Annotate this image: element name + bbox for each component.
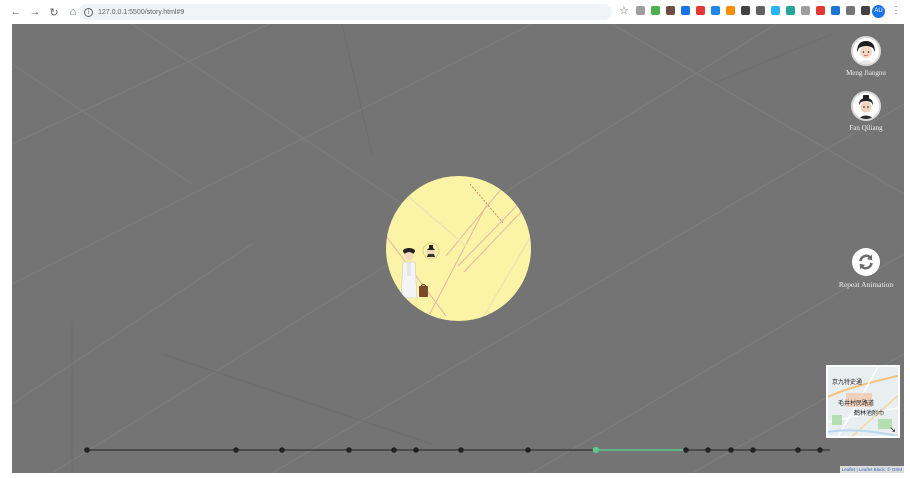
story-timeline[interactable]	[12, 440, 904, 460]
minimap-label: 毛井村民路道	[838, 400, 875, 407]
extension-icon[interactable]	[816, 6, 825, 15]
refresh-icon[interactable]	[852, 248, 880, 276]
timeline-stop[interactable]	[233, 447, 239, 453]
timeline-stop[interactable]	[391, 447, 397, 453]
extension-icon[interactable]	[801, 6, 810, 15]
extension-icon[interactable]	[756, 6, 765, 15]
minimap-label: 鹤林池附巾	[854, 410, 885, 417]
back-arrow-icon[interactable]: ←	[8, 4, 24, 20]
timeline-stop[interactable]	[279, 447, 285, 453]
info-icon[interactable]: i	[84, 7, 93, 17]
timeline-stop[interactable]	[592, 446, 600, 454]
timeline-stop[interactable]	[84, 447, 90, 453]
profile-avatar[interactable]: AU	[872, 5, 885, 18]
timeline-stop[interactable]	[458, 447, 464, 453]
address-bar[interactable]: i 127.0.0.1:5500/story.html#9	[78, 4, 612, 20]
minimap[interactable]: 京九特史通 毛井村民路道 鹤林池附巾 ↘	[826, 365, 900, 438]
character-fan-qiliang[interactable]: Fan Qiliang	[836, 91, 896, 132]
extension-icon[interactable]	[726, 6, 735, 15]
bundle-icon	[419, 284, 428, 297]
repeat-animation-button[interactable]: Repeat Animation	[838, 248, 894, 290]
url-text: 127.0.0.1:5500/story.html#9	[98, 8, 185, 16]
character-name: Meng Jiangnu	[846, 69, 886, 77]
timeline-stop[interactable]	[705, 447, 711, 453]
extension-icon[interactable]	[666, 6, 675, 15]
woman-portrait-icon[interactable]	[851, 36, 881, 66]
timeline-stop[interactable]	[750, 447, 756, 453]
extension-icon[interactable]	[831, 6, 840, 15]
timeline-stop[interactable]	[346, 447, 352, 453]
timeline-stop[interactable]	[795, 447, 801, 453]
man-portrait-icon[interactable]	[851, 91, 881, 121]
browser-toolbar: ← → ↻ ⌂ i 127.0.0.1:5500/story.html#9 ☆ …	[0, 0, 910, 24]
timeline-stop[interactable]	[413, 447, 419, 453]
forward-arrow-icon[interactable]: →	[27, 4, 43, 20]
extension-icon[interactable]	[786, 6, 795, 15]
man-marker-icon	[422, 242, 440, 260]
extension-icon[interactable]	[651, 6, 660, 15]
extension-icon[interactable]	[741, 6, 750, 15]
woman-figure-icon	[400, 248, 418, 299]
character-meng-jiangnu[interactable]: Meng Jiangnu	[836, 36, 896, 77]
extensions-bar	[636, 6, 876, 15]
timeline-stop[interactable]	[683, 447, 689, 453]
spotlight-circle	[386, 176, 531, 321]
extension-icon[interactable]	[861, 6, 870, 15]
repeat-animation-label: Repeat Animation	[838, 280, 894, 289]
timeline-stop[interactable]	[728, 447, 734, 453]
map-attribution[interactable]: Leaflet | Leaflet Black, © OSM	[839, 466, 904, 473]
timeline-stop[interactable]	[525, 447, 531, 453]
character-name: Fan Qiliang	[849, 124, 883, 132]
map-view[interactable]: Meng Jiangnu Fan Qiliang Repeat Animatio…	[12, 24, 904, 473]
extension-icon[interactable]	[681, 6, 690, 15]
bookmark-star-icon[interactable]: ☆	[619, 6, 629, 17]
extension-icon[interactable]	[711, 6, 720, 15]
arrow-diagonal-icon[interactable]: ↘	[889, 426, 896, 434]
reload-icon[interactable]: ↻	[46, 4, 62, 20]
extension-icon[interactable]	[636, 6, 645, 15]
extension-icon[interactable]	[696, 6, 705, 15]
extension-icon[interactable]	[846, 6, 855, 15]
minimap-label: 京九特史通	[832, 379, 863, 386]
timeline-stop[interactable]	[817, 447, 823, 453]
extension-icon[interactable]	[771, 6, 780, 15]
browser-menu-icon[interactable]: ⋮	[891, 5, 901, 17]
